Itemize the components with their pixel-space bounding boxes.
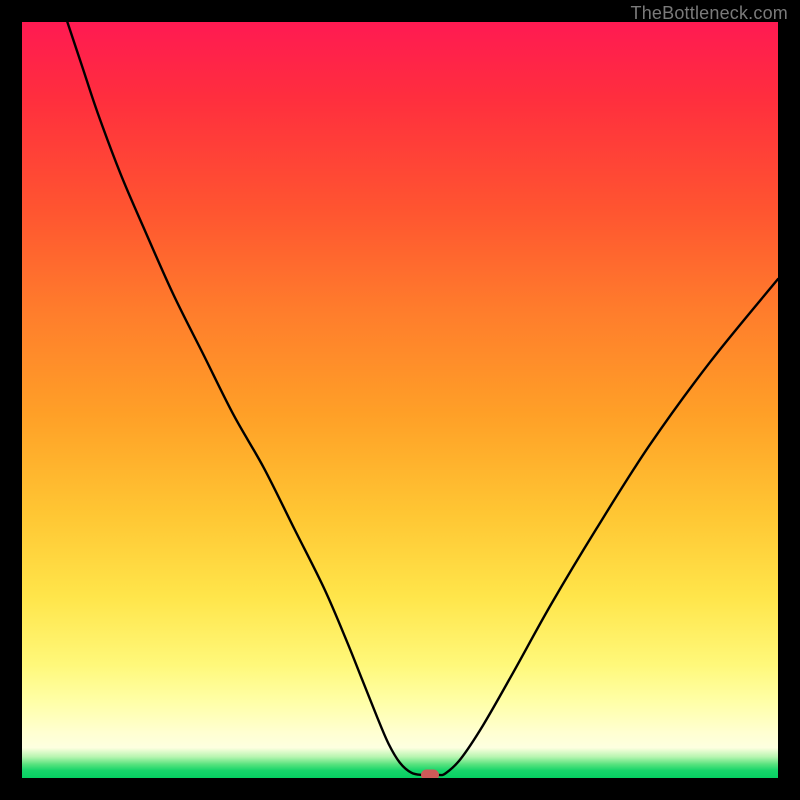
watermark-text: TheBottleneck.com [631,3,788,24]
minimum-marker [421,769,439,778]
plot-area [22,22,778,778]
bottleneck-curve [67,22,778,775]
curve-layer [22,22,778,778]
chart-frame: TheBottleneck.com [0,0,800,800]
